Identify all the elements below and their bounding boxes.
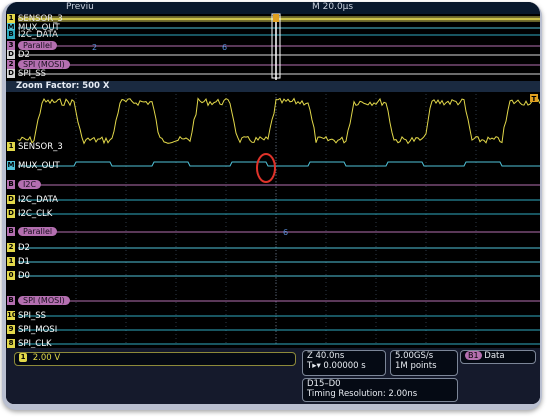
timing-resolution: Timing Resolution: 2.00ns: [307, 389, 418, 399]
channel-chip: 1: [7, 142, 15, 151]
channel-chip: 10: [7, 311, 17, 320]
channel-label[interactable]: B Parallel: [7, 227, 58, 237]
channel-chip: B: [7, 296, 15, 305]
channel-name: D0: [18, 271, 30, 281]
channel-name: SPI (MOSI): [18, 60, 70, 69]
channel-chip: 0: [7, 271, 15, 280]
channel-chip: B: [7, 227, 15, 236]
digital-channels: D15–D0: [307, 379, 341, 389]
channel-name: I2C_CLK: [18, 209, 53, 219]
overview-label[interactable]: D D2: [7, 50, 30, 60]
channel-chip: D: [7, 50, 15, 59]
waveform-area: 2 6 6 T: [17, 13, 540, 346]
ch1-scale-box[interactable]: 1 2.00 V: [14, 352, 296, 366]
channel-chip: 1: [7, 257, 15, 266]
channel-label[interactable]: 9 SPI_MOSI: [7, 325, 57, 335]
readout-panel: 1 2.00 V Z 40.0ns T▸▾ 0.00000 s 5.00GS/s…: [6, 348, 540, 404]
channel-chip: 1: [7, 14, 15, 23]
overview-bus-value: 6: [222, 43, 227, 52]
channel-name: D2: [18, 243, 30, 253]
channel-label[interactable]: B SPI (MOSI): [7, 296, 70, 306]
channel-name: I2C_DATA: [18, 30, 58, 40]
channel-label[interactable]: D I2C_DATA: [7, 195, 58, 205]
channel-label[interactable]: M MUX_OUT: [7, 161, 60, 171]
channel-name: SPI_SS: [18, 311, 47, 321]
channel-name: D2: [18, 50, 30, 60]
channel-chip: D: [7, 195, 15, 204]
channel-label[interactable]: 1 SENSOR_3: [7, 142, 63, 152]
channel-label[interactable]: D I2C_CLK: [7, 209, 52, 219]
channel-chip: 2: [7, 243, 15, 252]
trigger-level-letter: T: [532, 95, 537, 103]
channel-name: I2C_DATA: [18, 195, 58, 205]
channel-chip: D: [7, 209, 15, 218]
scope-bezel: Previu M 20.0µs 266T Zoom Factor: 500 X …: [2, 2, 542, 410]
channel-chip: B: [7, 30, 15, 39]
channel-name: SENSOR_3: [18, 142, 63, 152]
bus-chip: B1: [465, 351, 482, 360]
sample-rate: 5.00GS/s: [395, 351, 434, 361]
channel-name: D1: [18, 257, 30, 267]
zoom-scale: Z 40.0ns: [307, 351, 345, 361]
channel-name: Parallel: [18, 41, 58, 50]
channel-chip: 2: [7, 60, 15, 69]
digital-readout[interactable]: D15–D0 Timing Resolution: 2.00ns: [302, 378, 458, 402]
overview-label[interactable]: D SPI_SS: [7, 69, 46, 79]
oscilloscope-screen: Previu M 20.0µs 266T Zoom Factor: 500 X …: [6, 2, 540, 404]
zoom-header: Zoom Factor: 500 X: [6, 81, 540, 92]
channel-name: Parallel: [18, 227, 58, 236]
channel-chip: D: [7, 69, 15, 78]
channel-name: I2C: [18, 180, 42, 189]
channel-label[interactable]: 1 D1: [7, 257, 30, 267]
overview-bus-value: 2: [92, 43, 97, 52]
channel-chip: 8: [7, 339, 15, 348]
channel-label[interactable]: B I2C: [7, 180, 42, 190]
glitch-highlight: [256, 153, 276, 183]
overview-label[interactable]: B I2C_DATA: [7, 30, 58, 40]
channel-chip: M: [7, 161, 15, 170]
ch1-scale: 2.00 V: [32, 353, 61, 363]
channel-label[interactable]: 10SPI_SS: [7, 311, 46, 321]
channel-name: MUX_OUT: [18, 161, 60, 171]
channel-chip: 9: [7, 325, 15, 334]
channel-label[interactable]: 2 D2: [7, 243, 30, 253]
trigger-delay: T▸▾ 0.00000 s: [307, 361, 366, 371]
sample-readout[interactable]: 5.00GS/s 1M points: [390, 350, 458, 376]
record-length: 1M points: [395, 361, 437, 371]
sensor-3-waveform: [17, 97, 540, 145]
mux-out-trace: [18, 161, 540, 167]
bus-readout[interactable]: B1 Data: [460, 350, 536, 364]
channel-name: SPI_SS: [18, 69, 47, 79]
channel-label[interactable]: 0 D0: [7, 271, 30, 281]
channel-chip: B: [7, 180, 15, 189]
zoom-factor-label: Zoom Factor: 500 X: [16, 81, 110, 91]
horizontal-readout[interactable]: Z 40.0ns T▸▾ 0.00000 s: [302, 350, 386, 376]
bus-format: Data: [484, 351, 505, 361]
parallel-bus-value: 6: [283, 228, 288, 237]
channel-name: SPI (MOSI): [18, 296, 70, 305]
channel-chip: 3: [7, 41, 15, 50]
ch1-chip: 1: [19, 353, 27, 362]
trigger-position-marker: [273, 14, 279, 22]
channel-name: SPI_MOSI: [18, 325, 58, 335]
